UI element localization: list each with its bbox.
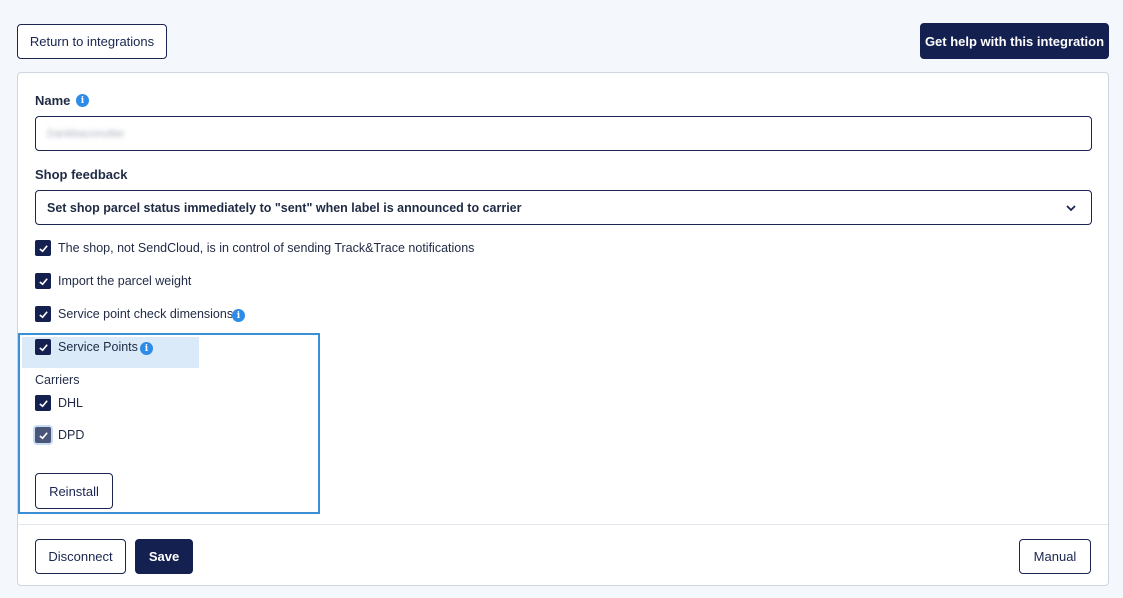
service-point-dimensions-checkbox[interactable] (35, 306, 51, 322)
tracktrace-checkbox[interactable] (35, 240, 51, 256)
reinstall-button[interactable]: Reinstall (35, 473, 113, 509)
check-icon (38, 399, 48, 407)
carrier-dpd-checkbox[interactable] (35, 427, 51, 443)
name-label: Name (35, 93, 71, 108)
check-icon (38, 310, 48, 318)
carrier-dhl-checkbox[interactable] (35, 395, 51, 411)
disconnect-button[interactable]: Disconnect (35, 539, 126, 574)
return-to-integrations-button[interactable]: Return to integrations (17, 24, 167, 59)
import-weight-checkbox-label: Import the parcel weight (58, 274, 192, 288)
name-input[interactable]: Dankbaconutter (35, 116, 1092, 151)
service-points-info-icon[interactable]: i (140, 342, 153, 355)
carrier-dpd-label: DPD (58, 428, 85, 442)
check-icon (38, 277, 48, 285)
name-info-icon[interactable]: i (76, 94, 89, 107)
import-weight-checkbox[interactable] (35, 273, 51, 289)
chevron-down-icon (1066, 205, 1076, 212)
check-icon (38, 431, 48, 439)
save-button[interactable]: Save (135, 539, 193, 574)
check-icon (38, 244, 48, 252)
manual-button[interactable]: Manual (1019, 539, 1091, 574)
carrier-dhl-label: DHL (58, 396, 84, 410)
shop-feedback-select[interactable]: Set shop parcel status immediately to "s… (35, 190, 1092, 225)
integration-settings-card: Name i Dankbaconutter Shop feedback Set … (17, 72, 1109, 586)
service-point-dimensions-label: Service point check dimensions (58, 307, 234, 321)
shop-feedback-label: Shop feedback (35, 167, 128, 182)
carriers-label: Carriers (35, 373, 80, 387)
service-point-dimensions-info-icon[interactable]: i (232, 309, 245, 322)
footer-divider (18, 524, 1108, 525)
tracktrace-checkbox-label: The shop, not SendCloud, is in control o… (58, 241, 475, 255)
service-points-checkbox[interactable] (35, 339, 51, 355)
get-help-button[interactable]: Get help with this integration (920, 23, 1109, 59)
service-points-label: Service Points (58, 340, 138, 354)
check-icon (38, 343, 48, 351)
name-input-value: Dankbaconutter (47, 127, 125, 140)
shop-feedback-value: Set shop parcel status immediately to "s… (47, 200, 522, 215)
